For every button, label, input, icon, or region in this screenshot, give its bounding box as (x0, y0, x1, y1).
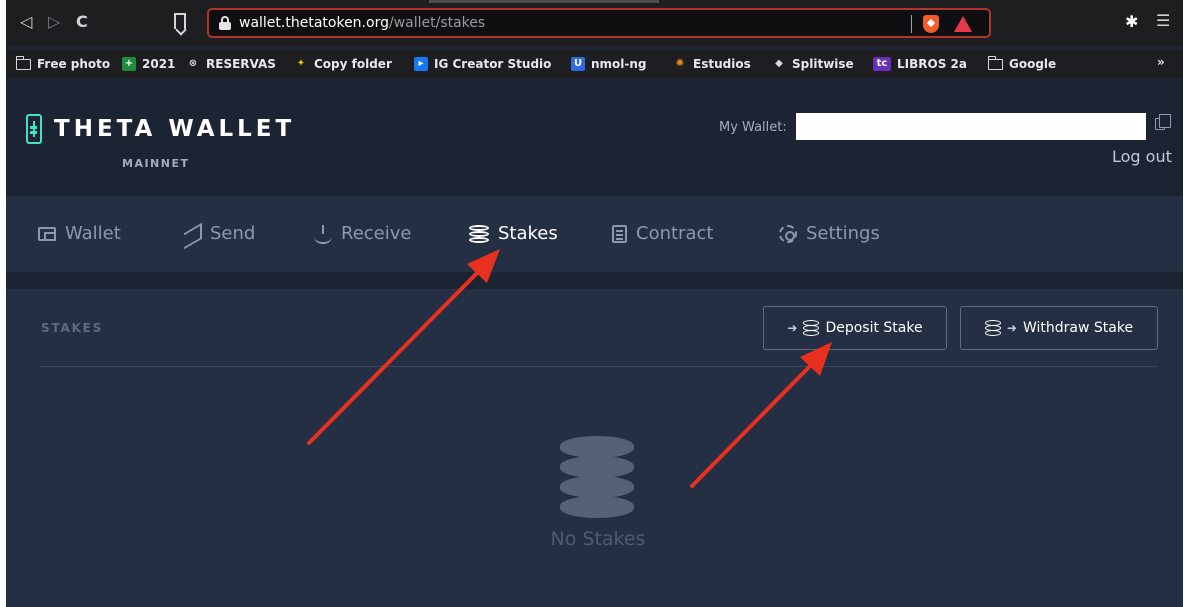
bookmarks-overflow-button[interactable]: » (1157, 55, 1165, 69)
nav-item-settings[interactable]: Settings (779, 223, 880, 245)
stack-icon (984, 320, 1001, 336)
bookmark-label: 2021 (142, 57, 176, 71)
tc-icon: tc (873, 57, 891, 71)
theta-logo-icon[interactable] (26, 114, 42, 144)
bookmark-item[interactable]: ✦ Copy folder (294, 56, 392, 72)
main-nav: Wallet Send Receive Stakes Contract Sett… (6, 196, 1183, 272)
folder-icon (15, 55, 31, 70)
my-wallet-label: My Wallet: (719, 120, 787, 135)
settings-icon (779, 225, 797, 243)
network-label: MAINNET (122, 157, 190, 170)
nav-label: Contract (636, 223, 714, 244)
nav-label: Stakes (498, 223, 558, 244)
nav-item-contract[interactable]: Contract (612, 223, 713, 245)
stack-icon (803, 320, 820, 336)
splitwise-icon: ◆ (775, 58, 783, 69)
withdraw-stake-label: Withdraw Stake (1022, 320, 1134, 336)
nav-item-send[interactable]: Send (183, 223, 255, 245)
bookmark-label: nmol-ng (591, 57, 647, 71)
bookmark-item[interactable]: tc LIBROS 2a (873, 56, 967, 72)
active-tab-indicator (429, 0, 659, 3)
url-path: /wallet/stakes (388, 15, 486, 31)
browser-toolbar: ◁ ▷ C wallet.thetatoken.org/wallet/stake… (6, 0, 1183, 46)
nav-item-receive[interactable]: Receive (314, 223, 411, 245)
browser-menu-icon[interactable]: ☰ (1156, 12, 1170, 30)
bookmark-label: Google (1009, 57, 1057, 71)
contract-icon (612, 225, 627, 243)
bookmark-item[interactable]: +2021 (122, 56, 175, 72)
bookmark-page-icon[interactable] (174, 13, 186, 29)
bookmark-label: RESERVAS (206, 57, 276, 71)
arrow-right-icon: ➜ (1006, 321, 1017, 335)
arrow-right-icon: ➜ (787, 321, 798, 335)
logout-link[interactable]: Log out (1112, 147, 1172, 167)
stakes-panel: STAKES ➜ Deposit Stake ➜ Withdraw Stake … (6, 289, 1183, 607)
withdraw-stake-button[interactable]: ➜ Withdraw Stake (960, 306, 1158, 350)
reload-icon[interactable]: C (76, 12, 88, 32)
copy-address-icon[interactable] (1155, 114, 1171, 130)
app-logo-text[interactable]: THETA WALLET (54, 115, 295, 143)
bookmark-item[interactable]: ⊗ RESERVAS (186, 56, 276, 72)
nav-label: Receive (341, 223, 412, 244)
copy-folder-icon: ✦ (296, 58, 306, 69)
bookmark-label: Free photo (37, 57, 111, 71)
bookmark-item[interactable]: Free photo (15, 55, 111, 72)
nav-label: Send (210, 223, 256, 244)
folder-icon (987, 55, 1003, 70)
brave-rewards-icon[interactable] (954, 16, 972, 32)
url-host: wallet.thetatoken.org (239, 15, 389, 31)
spreadsheet-icon: + (122, 57, 136, 71)
bookmark-item[interactable]: Unmol-ng (571, 56, 647, 72)
browser-window: ◁ ▷ C wallet.thetatoken.org/wallet/stake… (6, 0, 1183, 607)
address-bar[interactable]: wallet.thetatoken.org/wallet/stakes (207, 8, 991, 38)
section-gap (6, 272, 1183, 289)
nav-item-wallet[interactable]: Wallet (38, 223, 121, 245)
bookmark-item[interactable]: ✺ Estudios (673, 56, 751, 72)
brave-shields-icon[interactable] (923, 15, 939, 33)
send-icon (183, 225, 201, 243)
url-separator (911, 15, 912, 33)
lock-icon[interactable] (219, 16, 231, 30)
estudios-icon: ✺ (675, 58, 685, 69)
wallet-address-field[interactable] (796, 113, 1146, 140)
nav-label: Settings (806, 223, 880, 244)
bookmark-item[interactable]: ▸ IG Creator Studio (414, 56, 551, 72)
extensions-puzzle-icon[interactable]: ✱ (1125, 13, 1138, 31)
empty-state-message: No Stakes (550, 528, 646, 550)
nav-label: Wallet (65, 223, 121, 244)
bookmark-label: Copy folder (314, 57, 392, 71)
url-text[interactable]: wallet.thetatoken.org/wallet/stakes (239, 14, 485, 32)
bookmarks-bar: Free photo +2021 ⊗ RESERVAS ✦ Copy folder … (6, 50, 1183, 78)
forward-icon[interactable]: ▷ (48, 12, 60, 32)
deposit-stake-button[interactable]: ➜ Deposit Stake (763, 306, 947, 350)
app-header: THETA WALLET MAINNET My Wallet: Log out (6, 80, 1183, 196)
stakes-icon (469, 225, 489, 243)
section-divider (40, 366, 1158, 367)
ig-creator-studio-icon: ▸ (414, 57, 428, 71)
reservas-icon: ⊗ (188, 58, 198, 69)
bookmark-label: Splitwise (792, 57, 854, 71)
wallet-icon (38, 227, 56, 241)
bookmark-label: LIBROS 2a (897, 57, 967, 71)
empty-stakes-icon (560, 436, 634, 518)
nav-item-stakes[interactable]: Stakes (469, 223, 558, 245)
section-title: STAKES (41, 321, 104, 335)
bookmark-label: Estudios (693, 57, 751, 71)
back-icon[interactable]: ◁ (20, 12, 32, 32)
bookmark-item[interactable]: ◆ Splitwise (772, 56, 854, 72)
bookmark-item[interactable]: Google (987, 55, 1057, 72)
receive-icon (314, 225, 332, 244)
bookmark-label: IG Creator Studio (434, 57, 552, 71)
deposit-stake-label: Deposit Stake (825, 320, 923, 336)
nmol-ng-icon: U (571, 57, 585, 71)
